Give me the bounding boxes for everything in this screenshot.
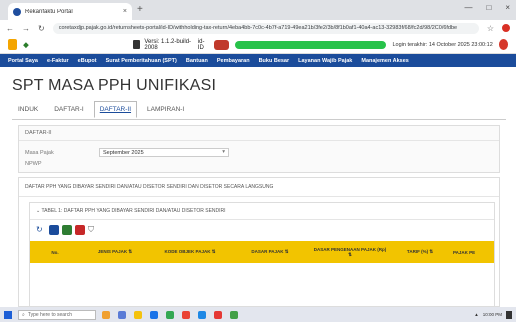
version-label: Versi: 1.1.2-build-2008 xyxy=(144,38,192,51)
tab-daftar-ii[interactable]: DAFTAR-II xyxy=(93,101,138,118)
taskbar-search-input[interactable]: ⌕ Type here to search xyxy=(18,309,96,320)
clock-text[interactable]: 10:00 PM xyxy=(483,312,502,317)
star-icon[interactable]: ☆ xyxy=(487,24,494,33)
window-controls: — □ × xyxy=(464,3,510,12)
page-title: SPT MASA PPH UNIFIKASI xyxy=(12,77,217,94)
col-no[interactable]: No. xyxy=(30,250,80,255)
nav-item-buku-besar[interactable]: Buku Besar xyxy=(259,58,290,64)
reload-icon[interactable]: ↻ xyxy=(38,24,45,33)
form-tabs: INDUK DAFTAR-I DAFTAR-II LAMPIRAN-I xyxy=(12,101,190,118)
file-explorer-icon[interactable] xyxy=(134,310,142,319)
app-icon-7[interactable] xyxy=(198,310,206,319)
version-box: Versi: 1.1.2-build-2008 id-ID xyxy=(132,38,208,51)
table-toolbar: ↻ ⛉ xyxy=(36,225,98,235)
browser-tab-bar: Rekanfaktu Portal × + — □ × xyxy=(0,0,516,20)
profile-icon[interactable] xyxy=(502,24,510,32)
panel-header: DAFTAR-II xyxy=(19,126,499,141)
table-header-row: No. JENIS PAJAK ⇅ KODE OBJEK PAJAK ⇅ DAS… xyxy=(30,241,494,263)
nav-item-portal-saya[interactable]: Portal Saya xyxy=(8,58,38,64)
taskbar-apps xyxy=(102,310,238,319)
nav-item-pembayaran[interactable]: Pembayaran xyxy=(217,58,250,64)
version-icon xyxy=(132,40,141,49)
notification-badge[interactable] xyxy=(214,39,230,50)
edit-row-button[interactable] xyxy=(62,225,72,235)
tab-daftar-i[interactable]: DAFTAR-I xyxy=(48,101,90,118)
search-placeholder: Type here to search xyxy=(27,311,73,318)
close-window-icon[interactable]: × xyxy=(505,3,510,12)
back-icon[interactable]: ← xyxy=(6,24,14,33)
tab-close-icon[interactable]: × xyxy=(123,8,127,15)
network-icon[interactable]: ▲ xyxy=(474,312,478,317)
new-tab-button[interactable]: + xyxy=(137,4,143,15)
chrome-icon[interactable] xyxy=(230,310,238,319)
filter-icon[interactable]: ⛉ xyxy=(88,225,98,235)
locale-label[interactable]: id-ID xyxy=(198,39,208,51)
col-dpp[interactable]: DASAR PENGENAAN PAJAK (Rp) ⇅ xyxy=(310,247,390,258)
logout-icon[interactable] xyxy=(498,39,508,50)
system-tray: ▲ 10:00 PM xyxy=(474,310,512,319)
refresh-icon[interactable]: ↻ xyxy=(36,225,46,235)
app-icon-8[interactable] xyxy=(214,310,222,319)
app-icon-1[interactable] xyxy=(102,310,110,319)
main-content: SPT MASA PPH UNIFIKASI INDUK DAFTAR-I DA… xyxy=(0,67,516,308)
tab-divider xyxy=(12,119,506,120)
forward-icon[interactable]: → xyxy=(22,24,30,33)
col-pajak-pe[interactable]: PAJAK PE xyxy=(450,250,490,255)
tabel-1-panel: ⌄ TABEL 1: DAFTAR PPH YANG DIBAYAR SENDI… xyxy=(29,202,495,308)
col-tarif[interactable]: TARIF (%) ⇅ xyxy=(390,249,450,255)
app-header: ◆ Versi: 1.1.2-build-2008 id-ID Login te… xyxy=(0,36,516,54)
col-kode-objek-pajak[interactable]: KODE OBJEK PAJAK ⇅ xyxy=(150,249,230,255)
masa-pajak-label: Masa Pajak xyxy=(25,150,54,156)
nav-item-efaktur[interactable]: e-Faktur xyxy=(47,58,69,64)
app-logo-icon[interactable] xyxy=(8,39,18,50)
show-desktop-icon[interactable] xyxy=(506,310,512,319)
nav-item-bantuan[interactable]: Bantuan xyxy=(186,58,208,64)
panel-header: DAFTAR PPH YANG DIBAYAR SENDIRI DAN/ATAU… xyxy=(19,178,499,197)
app-icon-2[interactable] xyxy=(118,310,126,319)
user-name-bar[interactable] xyxy=(235,40,387,49)
browser-tab-title: Rekanfaktu Portal xyxy=(25,8,73,15)
nav-item-spt[interactable]: Surat Pemberitahuan (SPT) xyxy=(106,58,177,64)
minimize-icon[interactable]: — xyxy=(464,3,472,12)
daftar-ii-panel: DAFTAR-II Masa Pajak September 2025 ▾ NP… xyxy=(18,125,500,173)
masa-pajak-value: September 2025 xyxy=(103,150,144,156)
browser-tab[interactable]: Rekanfaktu Portal × xyxy=(8,3,132,20)
site-favicon-icon xyxy=(13,7,21,16)
last-login-text: Login terakhir: 14 October 2025 23:00:12 xyxy=(392,41,493,48)
npwp-label: NPWP xyxy=(25,161,42,167)
os-taskbar: ⌕ Type here to search ▲ 10:00 PM xyxy=(0,307,516,322)
secondary-logo-icon: ◆ xyxy=(23,41,29,49)
chevron-down-icon: ▾ xyxy=(222,149,225,155)
tabel-1-header[interactable]: ⌄ TABEL 1: DAFTAR PPH YANG DIBAYAR SENDI… xyxy=(30,203,494,220)
daftar-pph-panel: DAFTAR PPH YANG DIBAYAR SENDIRI DAN/ATAU… xyxy=(18,177,500,308)
nav-item-layanan-wp[interactable]: Layanan Wajib Pajak xyxy=(298,58,352,64)
windows-start-icon[interactable] xyxy=(4,310,12,319)
tab-lampiran-i[interactable]: LAMPIRAN-I xyxy=(141,101,190,118)
app-icon-5[interactable] xyxy=(166,310,174,319)
add-row-button[interactable] xyxy=(49,225,59,235)
app-icon-6[interactable] xyxy=(182,310,190,319)
main-nav-menu: Portal Saya e-Faktur eBupot Surat Pember… xyxy=(0,54,516,67)
url-input[interactable]: coretaxdjp.pajak.go.id/returnsheets-port… xyxy=(52,22,479,34)
nav-item-manajemen-akses[interactable]: Manajemen Akses xyxy=(361,58,409,64)
col-dasar-pajak[interactable]: DASAR PAJAK ⇅ xyxy=(230,249,310,255)
delete-row-button[interactable] xyxy=(75,225,85,235)
search-icon: ⌕ xyxy=(22,311,25,318)
nav-item-ebupot[interactable]: eBupot xyxy=(78,58,97,64)
col-jenis-pajak[interactable]: JENIS PAJAK ⇅ xyxy=(80,249,150,255)
masa-pajak-select[interactable]: September 2025 ▾ xyxy=(99,148,229,157)
tab-induk[interactable]: INDUK xyxy=(12,101,44,118)
address-bar-row: ← → ↻ coretaxdjp.pajak.go.id/returnsheet… xyxy=(0,20,516,36)
edge-icon[interactable] xyxy=(150,310,158,319)
maximize-icon[interactable]: □ xyxy=(486,3,491,12)
tabel-1-title: TABEL 1: DAFTAR PPH YANG DIBAYAR SENDIRI… xyxy=(41,208,226,214)
